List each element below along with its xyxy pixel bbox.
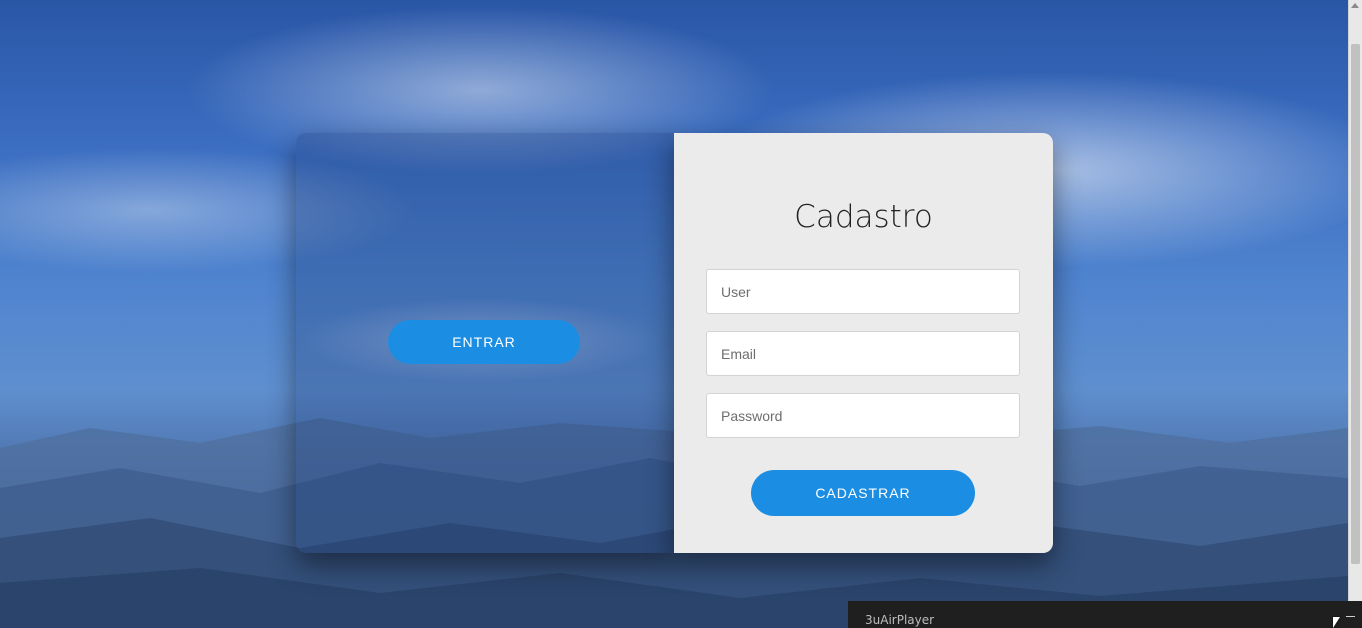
form-title: Cadastro (794, 199, 933, 235)
scroll-up-arrow-icon[interactable] (1351, 3, 1359, 8)
airplayer-window-bar[interactable]: 3uAirPlayer (848, 601, 1362, 628)
signup-form: Cadastro CADASTRAR (674, 133, 1053, 553)
login-panel: ENTRAR (296, 133, 674, 553)
cadastrar-button[interactable]: CADASTRAR (751, 470, 975, 516)
password-input[interactable] (706, 393, 1020, 438)
entrar-button[interactable]: ENTRAR (388, 320, 580, 364)
page: ENTRAR Cadastro CADASTRAR 3uAirPlayer (0, 0, 1362, 628)
scrollbar-thumb[interactable] (1351, 44, 1360, 564)
minimize-icon[interactable] (1346, 616, 1355, 617)
user-input[interactable] (706, 269, 1020, 314)
email-input[interactable] (706, 331, 1020, 376)
arrow-cursor-icon (1333, 617, 1340, 628)
vertical-scrollbar[interactable] (1348, 0, 1362, 628)
airplayer-title: 3uAirPlayer (865, 613, 935, 627)
